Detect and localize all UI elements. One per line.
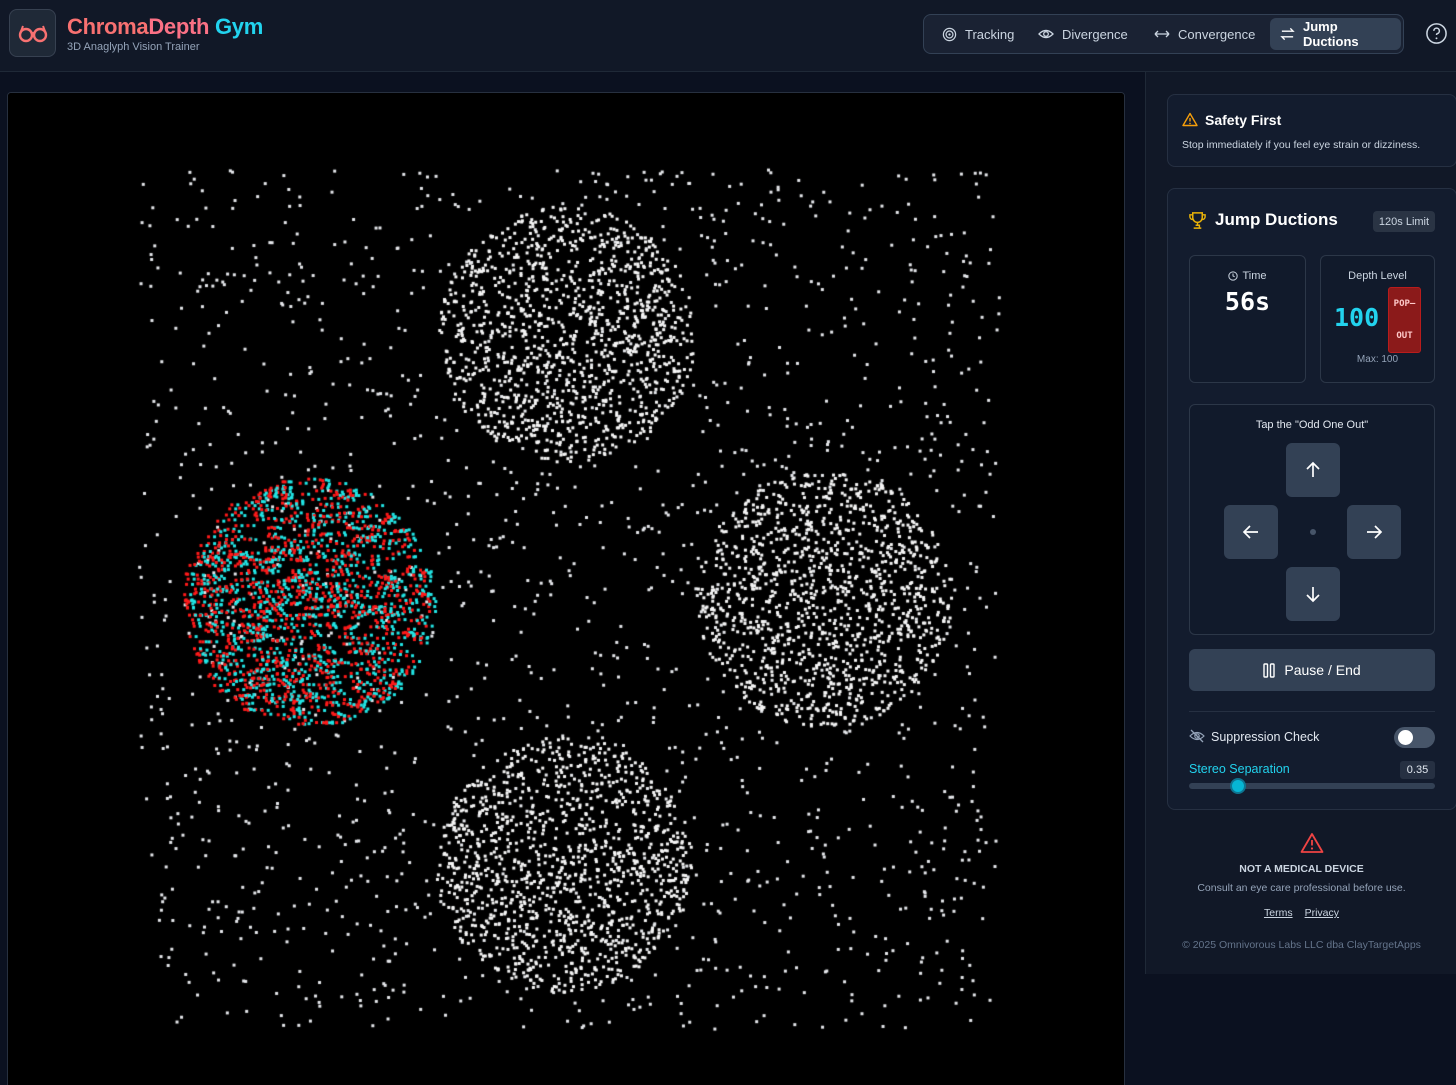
terms-link[interactable]: Terms [1264,907,1293,919]
depth-stat: Depth Level 100 POP– OUT Max: 100 [1320,255,1435,383]
arrows-horizontal-icon [1154,30,1170,38]
target-icon [942,27,957,41]
swap-icon [1280,27,1295,41]
footer-links: Terms Privacy [1146,907,1456,919]
dpad-center-dot [1310,529,1316,535]
tab-convergence[interactable]: Convergence [1144,18,1265,50]
glasses-icon [18,25,47,43]
dpad-instruction: Tap the "Odd One Out" [1255,419,1369,431]
eye-icon [1038,29,1054,39]
tab-label: Convergence [1178,26,1256,42]
eye-off-icon [1189,729,1205,743]
app-title: ChromaDepth Gym [67,14,263,39]
medical-disclaimer-text: Consult an eye care professional before … [1197,882,1406,894]
depth-max: Max: 100 [1356,354,1399,365]
safety-card: Safety First Stop immediately if you fee… [1167,94,1456,167]
arrow-right-icon [1367,525,1383,539]
tab-label: Tracking [965,26,1015,42]
arrow-up-icon [1306,461,1320,477]
pause-label: Pause / End [1284,662,1361,678]
depth-label: Depth Level [1348,270,1407,282]
warning-triangle-icon [1182,112,1198,127]
up-button[interactable] [1286,443,1340,497]
control-panel: Safety First Stop immediately if you fee… [1145,72,1456,974]
clock-icon [1228,271,1239,281]
app-subtitle: 3D Anaglyph Vision Trainer [67,41,200,53]
tab-tracking[interactable]: Tracking [932,18,1024,50]
app-header: ChromaDepth Gym 3D Anaglyph Vision Train… [0,0,1456,72]
time-limit-badge: 120s Limit [1373,211,1435,232]
down-button[interactable] [1286,567,1340,621]
app-logo [9,9,56,57]
safety-title: Safety First [1205,112,1282,128]
help-button[interactable] [1425,22,1448,45]
depth-mode-line2: OUT [1396,331,1413,341]
exercise-title: Jump Ductions [1215,210,1338,229]
suppression-label: Suppression Check [1211,730,1320,744]
depth-mode-line1: POP– [1393,299,1416,309]
depth-value: 100 [1334,303,1380,332]
exercise-card: Jump Ductions 120s Limit Time 56s Depth … [1167,188,1456,810]
trophy-icon [1189,212,1206,229]
tab-label: Divergence [1062,26,1128,42]
stereogram-canvas[interactable] [7,92,1125,1085]
left-button[interactable] [1224,505,1278,559]
time-value: 56s [1224,287,1271,316]
time-label: Time [1242,270,1267,282]
tab-divergence[interactable]: Divergence [1028,18,1138,50]
toggle-knob [1398,730,1413,745]
right-button[interactable] [1347,505,1401,559]
arrow-left-icon [1242,525,1258,539]
alert-triangle-icon [1300,833,1324,853]
time-stat: Time 56s [1189,255,1306,383]
suppression-toggle[interactable] [1394,727,1435,748]
direction-pad: Tap the "Odd One Out" [1189,404,1435,635]
copyright: © 2025 Omnivorous Labs LLC dba ClayTarge… [1182,939,1421,951]
tab-label: Jump Ductions [1303,19,1359,49]
stereo-slider[interactable] [1189,778,1435,794]
help-circle-icon [1426,23,1447,44]
mode-nav: Tracking Divergence Convergence Jump Duc… [923,14,1404,54]
safety-text: Stop immediately if you feel eye strain … [1182,139,1421,151]
medical-disclaimer-title: NOT A MEDICAL DEVICE [1239,863,1364,875]
pause-end-button[interactable]: Pause / End [1189,649,1435,691]
divider [1189,711,1435,712]
pause-icon [1263,662,1276,678]
stereo-value: 0.35 [1400,761,1435,779]
random-dot-field[interactable] [8,93,1124,1085]
stereo-label: Stereo Separation [1189,762,1290,776]
privacy-link[interactable]: Privacy [1305,907,1339,919]
arrow-down-icon [1306,587,1320,603]
tab-jump-ductions[interactable]: Jump Ductions [1270,18,1401,50]
slider-thumb[interactable] [1230,778,1247,794]
depth-mode-badge: POP– OUT [1388,287,1421,353]
time-label-row: Time [1190,270,1305,282]
